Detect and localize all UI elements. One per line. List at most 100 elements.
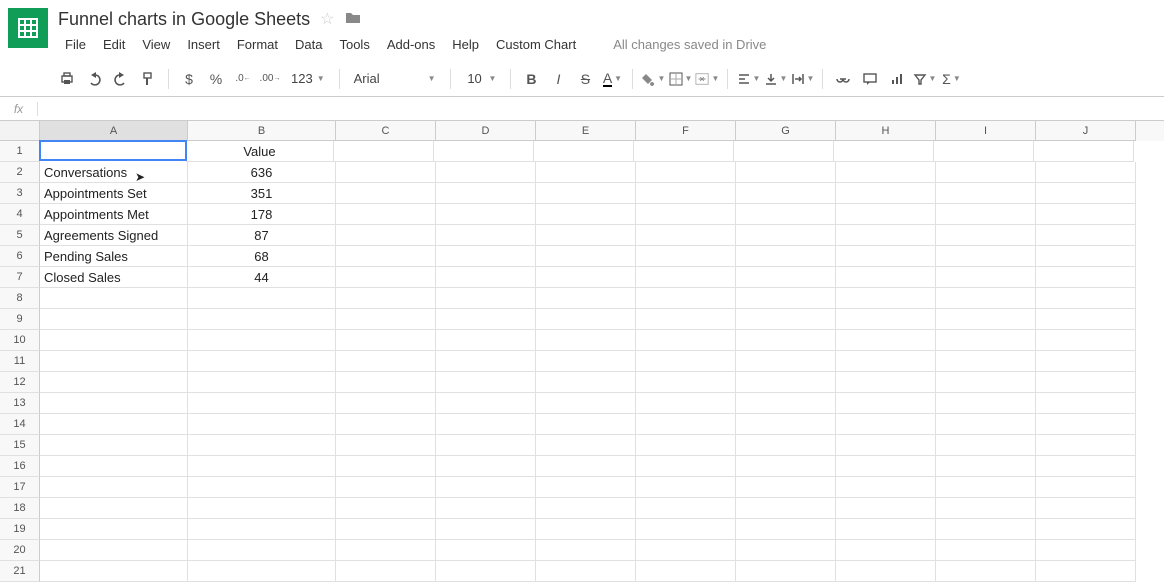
cell-A2[interactable]: Conversations (40, 162, 188, 183)
cell-B14[interactable] (188, 414, 336, 435)
cell-H16[interactable] (836, 456, 936, 477)
cell-A19[interactable] (40, 519, 188, 540)
menu-addons[interactable]: Add-ons (380, 34, 442, 55)
cell-E16[interactable] (536, 456, 636, 477)
cell-C14[interactable] (336, 414, 436, 435)
cell-C2[interactable] (336, 162, 436, 183)
cell-B11[interactable] (188, 351, 336, 372)
cell-G1[interactable] (734, 141, 834, 162)
cell-C17[interactable] (336, 477, 436, 498)
cell-B5[interactable]: 87 (188, 225, 336, 246)
more-formats-dropdown[interactable]: 123▼ (285, 67, 331, 91)
cell-B1[interactable]: Value (186, 141, 334, 162)
cell-F15[interactable] (636, 435, 736, 456)
row-header[interactable]: 21 (0, 561, 40, 582)
cell-G6[interactable] (736, 246, 836, 267)
row-header[interactable]: 1 (0, 141, 40, 162)
cell-C9[interactable] (336, 309, 436, 330)
cell-E4[interactable] (536, 204, 636, 225)
doc-title[interactable]: Funnel charts in Google Sheets (58, 9, 310, 30)
cell-C13[interactable] (336, 393, 436, 414)
cell-G18[interactable] (736, 498, 836, 519)
row-header[interactable]: 14 (0, 414, 40, 435)
cell-A8[interactable] (40, 288, 188, 309)
cell-D14[interactable] (436, 414, 536, 435)
cell-H12[interactable] (836, 372, 936, 393)
cell-B16[interactable] (188, 456, 336, 477)
cell-I17[interactable] (936, 477, 1036, 498)
cell-I9[interactable] (936, 309, 1036, 330)
cell-D13[interactable] (436, 393, 536, 414)
cell-D8[interactable] (436, 288, 536, 309)
insert-chart-button[interactable] (885, 67, 909, 91)
cell-C16[interactable] (336, 456, 436, 477)
cell-H5[interactable] (836, 225, 936, 246)
cell-C11[interactable] (336, 351, 436, 372)
cell-J8[interactable] (1036, 288, 1136, 309)
cell-G2[interactable] (736, 162, 836, 183)
cell-I1[interactable] (934, 141, 1034, 162)
cell-D17[interactable] (436, 477, 536, 498)
col-header-B[interactable]: B (188, 121, 336, 141)
cell-I15[interactable] (936, 435, 1036, 456)
currency-button[interactable]: $ (177, 67, 201, 91)
cell-E8[interactable] (536, 288, 636, 309)
col-header-D[interactable]: D (436, 121, 536, 141)
cell-C8[interactable] (336, 288, 436, 309)
row-header[interactable]: 8 (0, 288, 40, 309)
text-color-button[interactable]: A▼ (600, 67, 624, 91)
cell-I6[interactable] (936, 246, 1036, 267)
cell-F13[interactable] (636, 393, 736, 414)
cell-G14[interactable] (736, 414, 836, 435)
cell-C20[interactable] (336, 540, 436, 561)
cell-F20[interactable] (636, 540, 736, 561)
cell-J17[interactable] (1036, 477, 1136, 498)
cell-A18[interactable] (40, 498, 188, 519)
cell-B10[interactable] (188, 330, 336, 351)
star-icon[interactable]: ☆ (320, 9, 334, 29)
cell-F12[interactable] (636, 372, 736, 393)
cell-H1[interactable] (834, 141, 934, 162)
cell-H10[interactable] (836, 330, 936, 351)
cell-F16[interactable] (636, 456, 736, 477)
menu-format[interactable]: Format (230, 34, 285, 55)
cell-H2[interactable] (836, 162, 936, 183)
sheets-app-icon[interactable] (8, 8, 48, 48)
row-header[interactable]: 18 (0, 498, 40, 519)
cell-B12[interactable] (188, 372, 336, 393)
cell-D19[interactable] (436, 519, 536, 540)
cell-C5[interactable] (336, 225, 436, 246)
cell-H7[interactable] (836, 267, 936, 288)
cell-C15[interactable] (336, 435, 436, 456)
cell-G12[interactable] (736, 372, 836, 393)
cell-J4[interactable] (1036, 204, 1136, 225)
undo-button[interactable] (82, 67, 106, 91)
col-header-F[interactable]: F (636, 121, 736, 141)
cell-E7[interactable] (536, 267, 636, 288)
bold-button[interactable]: B (519, 67, 543, 91)
row-header[interactable]: 7 (0, 267, 40, 288)
cell-I21[interactable] (936, 561, 1036, 582)
cell-E6[interactable] (536, 246, 636, 267)
cell-B17[interactable] (188, 477, 336, 498)
borders-button[interactable]: ▼ (668, 67, 692, 91)
cell-J15[interactable] (1036, 435, 1136, 456)
redo-button[interactable] (109, 67, 133, 91)
cell-I5[interactable] (936, 225, 1036, 246)
row-header[interactable]: 4 (0, 204, 40, 225)
cell-C12[interactable] (336, 372, 436, 393)
cell-H15[interactable] (836, 435, 936, 456)
cell-J16[interactable] (1036, 456, 1136, 477)
cell-G11[interactable] (736, 351, 836, 372)
cell-D20[interactable] (436, 540, 536, 561)
cell-D3[interactable] (436, 183, 536, 204)
cell-B2[interactable]: 636 (188, 162, 336, 183)
cell-F8[interactable] (636, 288, 736, 309)
cell-D7[interactable] (436, 267, 536, 288)
dec-decrease-button[interactable]: .0← (231, 67, 255, 91)
cell-B18[interactable] (188, 498, 336, 519)
cell-F18[interactable] (636, 498, 736, 519)
h-align-button[interactable]: ▼ (736, 67, 760, 91)
cell-H13[interactable] (836, 393, 936, 414)
cell-J20[interactable] (1036, 540, 1136, 561)
